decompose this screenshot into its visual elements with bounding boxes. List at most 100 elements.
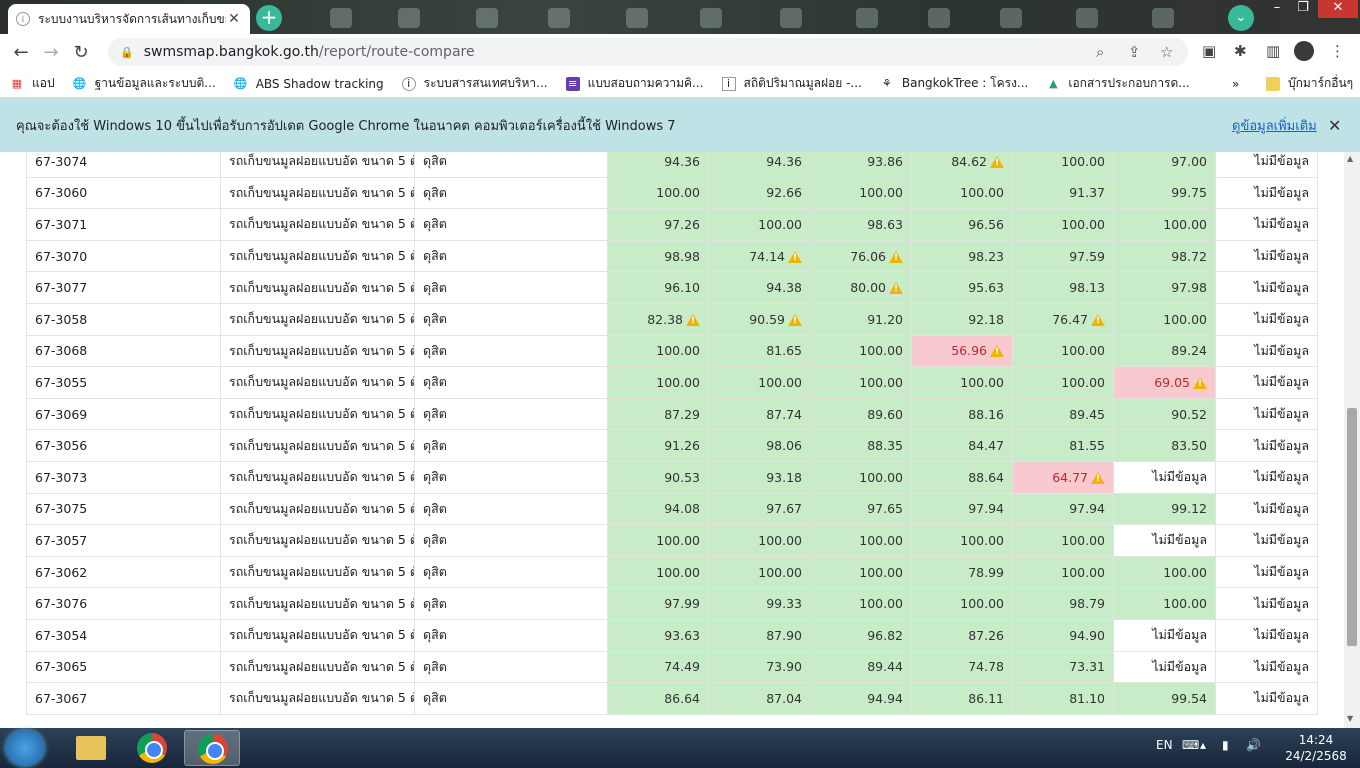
vehicle-type-cell: รถเก็บขนมูลฝอยแบบอัด ขนาด 5 ตัน	[220, 271, 415, 304]
star-icon[interactable]: ☆	[1160, 43, 1173, 61]
percent-cell: 89.60	[810, 397, 912, 431]
bookmark-item[interactable]: ▲ เอกสารประกอบการด...	[1046, 74, 1190, 93]
bookmark-item[interactable]: ⚘ BangkokTree : โครง...	[880, 74, 1028, 93]
district-cell: ดุสิต	[414, 555, 608, 589]
vehicle-id-cell: 67-3074	[26, 152, 221, 178]
percent-cell: 96.82	[810, 618, 912, 652]
background-app-icon	[476, 8, 498, 28]
percent-cell: 93.18	[708, 460, 811, 494]
keyboard-icon[interactable]: ⌨	[1182, 738, 1199, 752]
percent-cell: 82.38	[607, 302, 709, 336]
vehicle-type-cell: รถเก็บขนมูลฝอยแบบอัด ขนาด 5 ตัน	[220, 492, 415, 526]
status-cell: ไม่มีข้อมูล	[1215, 334, 1318, 368]
vehicle-type-cell: รถเก็บขนมูลฝอยแบบอัด ขนาด 5 ตัน	[220, 429, 415, 462]
percent-cell: 97.98	[1113, 271, 1216, 304]
percent-cell: ไม่มีข้อมูล	[1113, 650, 1216, 684]
zoom-search-icon[interactable]: ⌕	[1096, 43, 1104, 61]
bookmark-item[interactable]: ▦ แอป	[10, 74, 55, 93]
bookmark-item[interactable]: i ระบบสารสนเทศบริหา...	[401, 74, 548, 93]
percent-cell: 98.63	[810, 208, 912, 241]
profile-avatar[interactable]	[1294, 41, 1314, 61]
percent-cell: ไม่มีข้อมูล	[1113, 460, 1216, 494]
scroll-down-icon[interactable]: ▼	[1347, 714, 1353, 723]
drive-icon: ▲	[1049, 77, 1058, 90]
bookmark-item[interactable]: i สถิติปริมาณมูลฝอย -...	[721, 74, 862, 93]
status-cell: ไม่มีข้อมูล	[1215, 208, 1318, 241]
percent-cell: ไม่มีข้อมูล	[1113, 618, 1216, 652]
taskbar-explorer[interactable]	[62, 730, 118, 766]
infobar-learn-more-link[interactable]: ดูข้อมูลเพิ่มเติม	[1232, 115, 1317, 136]
url-path: /report/route-compare	[318, 44, 475, 60]
warning-icon	[1193, 376, 1207, 389]
percent-cell: 98.98	[607, 239, 709, 273]
table-row: 67-3073 รถเก็บขนมูลฝอยแบบอัด ขนาด 5 ตัน ดุ…	[26, 460, 1318, 494]
puzzle-icon[interactable]: ✱	[1234, 42, 1247, 60]
chrome-icon	[137, 733, 167, 763]
language-indicator[interactable]: EN	[1156, 738, 1173, 752]
new-tab-button[interactable]: +	[256, 5, 282, 31]
bookmark-item[interactable]: 🌐 ฐานข้อมูลและระบบติ...	[73, 74, 216, 93]
other-bookmarks[interactable]: บุ๊กมาร์กอื่นๆ	[1266, 74, 1353, 93]
status-cell: ไม่มีข้อมูล	[1215, 524, 1318, 557]
table-row: 67-3058 รถเก็บขนมูลฝอยแบบอัด ขนาด 5 ตัน ดุ…	[26, 302, 1318, 336]
system-clock[interactable]: 14:24 24/2/2568	[1276, 732, 1356, 764]
bookmarks-overflow-icon[interactable]: »	[1232, 77, 1239, 91]
forward-icon[interactable]: →	[36, 42, 66, 63]
background-app-icon	[398, 8, 420, 28]
percent-cell: 99.33	[708, 587, 811, 620]
background-app-icon	[780, 8, 802, 28]
tab-search-chevron-icon[interactable]: ⌄	[1228, 5, 1254, 31]
address-bar[interactable]: 🔒 swmsmap.bangkok.go.th/report/route-com…	[108, 38, 1188, 66]
extension-icon[interactable]: ▣	[1202, 42, 1216, 60]
district-cell: ดุสิต	[414, 587, 608, 620]
bookmark-item[interactable]: 🌐 ABS Shadow tracking	[234, 77, 384, 91]
percent-cell: 100.00	[911, 366, 1013, 399]
infobar-close-icon[interactable]: ✕	[1328, 116, 1341, 135]
vehicle-id-cell: 67-3065	[26, 650, 221, 684]
percent-cell: 73.31	[1012, 650, 1114, 684]
sidebar-icon[interactable]: ▥	[1266, 42, 1280, 60]
network-icon[interactable]: ▮	[1222, 738, 1229, 752]
scrollbar-thumb[interactable]	[1347, 408, 1357, 646]
percent-cell: 100.00	[911, 524, 1013, 557]
browser-tab[interactable]: i ระบบงานบริหารจัดการเส้นทางเก็บขยะ ✕	[8, 4, 250, 34]
tray-expand-icon[interactable]: ▴	[1200, 738, 1206, 752]
restore-icon[interactable]: ❐	[1288, 0, 1318, 18]
percent-cell: 95.63	[911, 271, 1013, 304]
district-cell: ดุสิต	[414, 302, 608, 336]
percent-cell: 81.55	[1012, 429, 1114, 462]
percent-cell: 97.00	[1113, 152, 1216, 178]
percent-cell: 76.06	[810, 239, 912, 273]
percent-cell: 88.64	[911, 460, 1013, 494]
page-scrollbar[interactable]: ▲ ▼	[1344, 152, 1360, 728]
lock-icon[interactable]: 🔒	[120, 46, 134, 59]
status-cell: ไม่มีข้อมูล	[1215, 176, 1318, 210]
start-button[interactable]	[6, 730, 44, 766]
percent-cell: 100.00	[708, 524, 811, 557]
table-row: 67-3060 รถเก็บขนมูลฝอยแบบอัด ขนาด 5 ตัน ดุ…	[26, 176, 1318, 210]
close-tab-icon[interactable]: ✕	[226, 11, 242, 27]
percent-cell: 78.99	[911, 555, 1013, 589]
background-app-icon	[1000, 8, 1022, 28]
scroll-up-icon[interactable]: ▲	[1347, 154, 1353, 163]
percent-cell: 91.26	[607, 429, 709, 462]
route-compare-table: 67-3074 รถเก็บขนมูลฝอยแบบอัด ขนาด 5 ตัน ดุ…	[26, 152, 1318, 715]
tab-title: ระบบงานบริหารจัดการเส้นทางเก็บขยะ	[38, 11, 226, 26]
reload-icon[interactable]: ↻	[66, 42, 96, 63]
taskbar-chrome[interactable]	[124, 730, 180, 766]
vehicle-type-cell: รถเก็บขนมูลฝอยแบบอัด ขนาด 5 ตัน	[220, 366, 415, 399]
percent-cell: 74.14	[708, 239, 811, 273]
percent-cell: 93.86	[810, 152, 912, 178]
vehicle-id-cell: 67-3075	[26, 492, 221, 526]
window-close-icon[interactable]: ✕	[1318, 0, 1358, 18]
percent-cell: 96.10	[607, 271, 709, 304]
background-app-icon	[928, 8, 950, 28]
volume-icon[interactable]: 🔊	[1246, 738, 1261, 752]
taskbar-chrome-active[interactable]	[184, 730, 240, 766]
share-icon[interactable]: ⇪	[1128, 43, 1141, 61]
menu-kebab-icon[interactable]: ⋮	[1330, 42, 1345, 60]
status-cell: ไม่มีข้อมูล	[1215, 429, 1318, 462]
back-icon[interactable]: ←	[6, 42, 36, 63]
percent-cell: 97.59	[1012, 239, 1114, 273]
bookmark-item[interactable]: ≡ แบบสอบถามความคิ...	[565, 74, 704, 93]
